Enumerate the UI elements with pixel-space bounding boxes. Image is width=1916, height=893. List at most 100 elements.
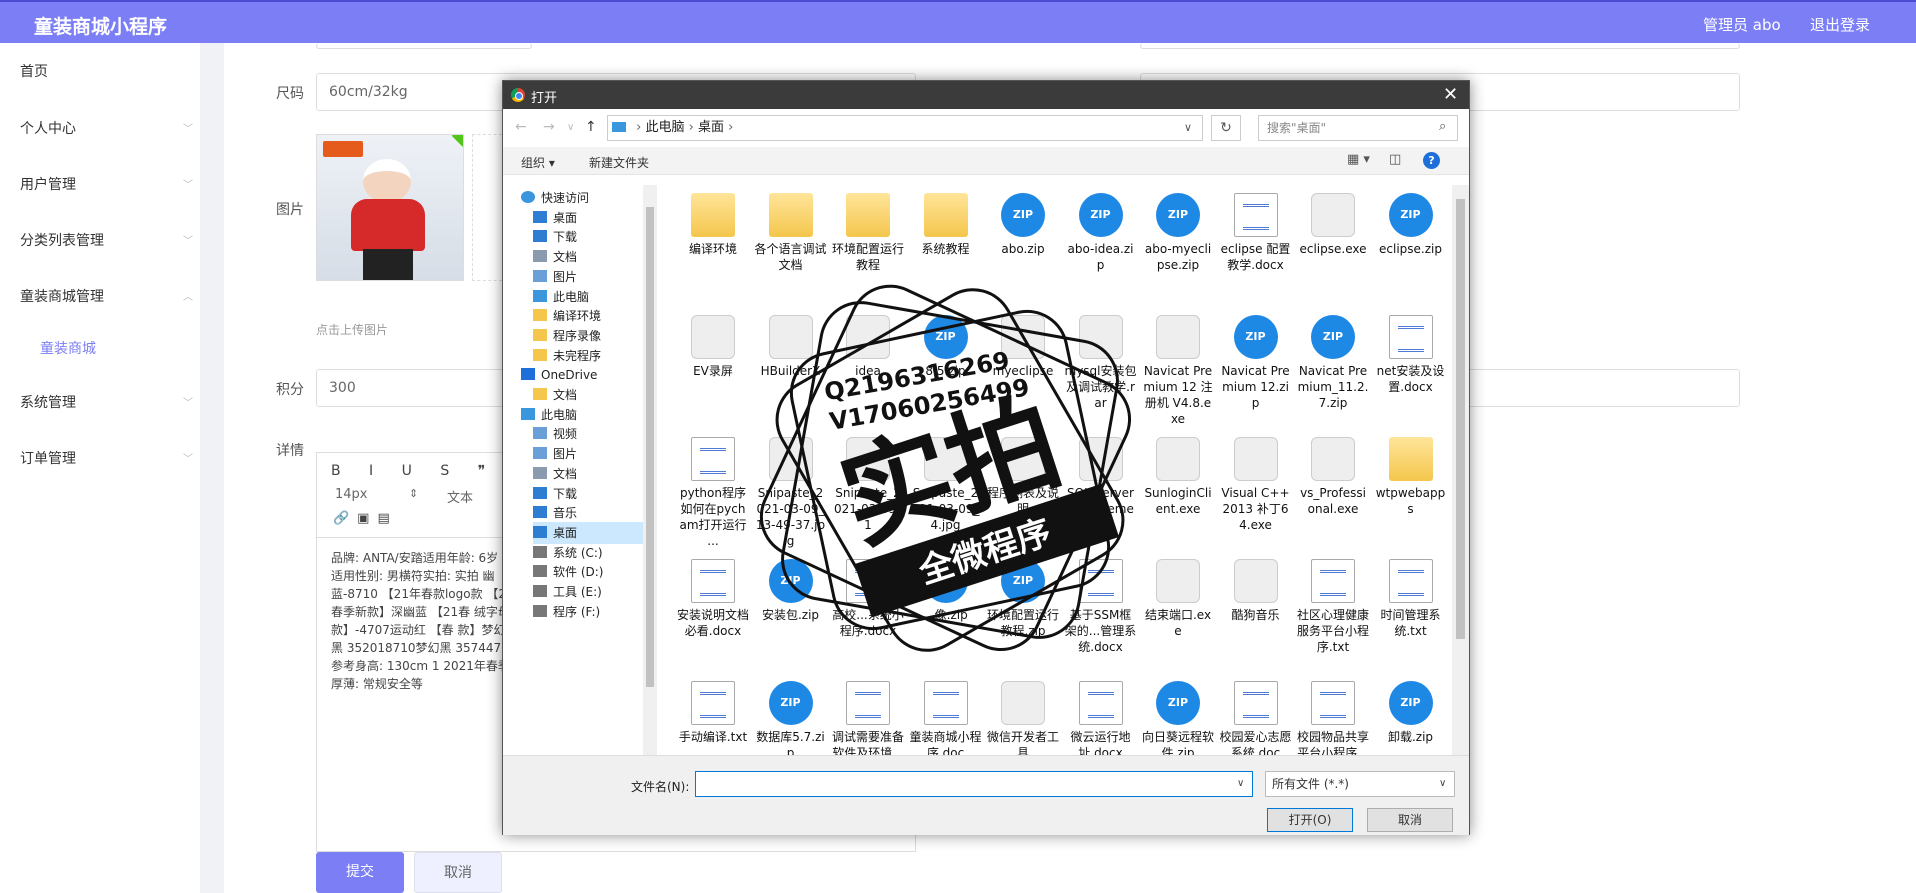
file-item[interactable]: 程序测表及说明 xyxy=(987,437,1059,517)
file-type-select[interactable]: 所有文件 (*.*) xyxy=(1265,771,1455,797)
file-item[interactable]: 各个语言调试文档 xyxy=(755,193,827,273)
tree-item[interactable]: 图片 xyxy=(533,443,577,465)
forward-arrow-icon[interactable]: → xyxy=(543,119,555,135)
file-item[interactable]: 酷狗音乐 xyxy=(1220,559,1292,623)
file-item[interactable]: SQL Server Management xyxy=(1065,437,1137,533)
recent-chevron-icon[interactable]: ∨ xyxy=(567,122,574,133)
insert-buttons[interactable]: 🔗▣▤ xyxy=(333,511,398,526)
file-item[interactable]: 微云运行地址.docx xyxy=(1065,681,1137,755)
address-bar[interactable]: › 此电脑 › 桌面 › ∨ xyxy=(607,115,1203,141)
file-item[interactable]: 手动编译.txt xyxy=(677,681,749,745)
file-item[interactable]: ZIP 数据库5.7.zip xyxy=(755,681,827,755)
tree-item[interactable]: 文档 xyxy=(533,246,577,268)
file-item[interactable]: ZIP 向日葵远程软件.zip xyxy=(1142,681,1214,755)
search-input[interactable]: 搜索"桌面" xyxy=(1258,115,1458,141)
file-item[interactable]: ZIP Navicat Premium 12.zip xyxy=(1220,315,1292,411)
tree-item[interactable]: 视频 xyxy=(533,423,577,445)
breadcrumb-pc[interactable]: 此电脑 xyxy=(645,120,684,135)
dialog-cancel-button[interactable]: 取消 xyxy=(1367,808,1453,832)
tree-item[interactable]: 此电脑 xyxy=(533,286,589,308)
up-arrow-icon[interactable]: ↑ xyxy=(585,119,597,135)
tree-item[interactable]: 图片 xyxy=(533,266,577,288)
file-item[interactable]: ZIP abo-myeclipse.zip xyxy=(1142,193,1214,273)
file-item[interactable]: ZIP 安装包.zip xyxy=(755,559,827,623)
tree-item[interactable]: 文档 xyxy=(533,384,577,406)
upload-hint[interactable]: 点击上传图片 xyxy=(316,321,388,338)
breadcrumb-desktop[interactable]: 桌面 xyxy=(698,120,724,135)
file-item[interactable]: vs_Professional.exe xyxy=(1297,437,1369,517)
organize-menu[interactable]: 组织 ▾ xyxy=(521,154,555,171)
file-item[interactable]: ZIP Navicat Premium_11.2.7.zip xyxy=(1297,315,1369,411)
tree-item[interactable]: 文档 xyxy=(533,463,577,485)
files-scrollbar[interactable] xyxy=(1452,185,1469,755)
file-item[interactable]: wtpwebapps xyxy=(1375,437,1447,517)
tree-item[interactable]: 快速访问 xyxy=(521,187,589,209)
tree-scroll-thumb[interactable] xyxy=(646,207,654,687)
file-item[interactable]: python程序如何在pycham打开运行 ... xyxy=(677,437,749,549)
tree-item[interactable]: 桌面 xyxy=(533,207,577,229)
file-item[interactable]: 编译环境 xyxy=(677,193,749,257)
refresh-icon[interactable]: ↻ xyxy=(1211,115,1241,141)
files-scroll-thumb[interactable] xyxy=(1456,199,1465,639)
file-item[interactable]: eclipse.exe xyxy=(1297,193,1369,257)
file-item[interactable]: SunloginClient.exe xyxy=(1142,437,1214,517)
tree-item[interactable]: 桌面 xyxy=(533,521,643,544)
tree-item[interactable]: 工具 (E:) xyxy=(533,581,602,603)
font-size-select[interactable]: 14px xyxy=(335,487,368,502)
sidebar-item-shop[interactable]: 童装商城 xyxy=(40,338,96,358)
file-item[interactable]: 校园物品共享平台小程序... xyxy=(1297,681,1369,755)
file-item[interactable]: ZIP ...像.zip xyxy=(910,559,982,623)
upload-box[interactable] xyxy=(472,134,502,281)
file-item[interactable]: 校园爱心志愿系统.doc xyxy=(1220,681,1292,755)
tree-item[interactable]: 软件 (D:) xyxy=(533,561,603,583)
tree-item[interactable]: 音乐 xyxy=(533,502,577,524)
back-arrow-icon[interactable]: ← xyxy=(515,119,527,135)
file-item[interactable]: 时间管理系统.txt xyxy=(1375,559,1447,639)
filename-input[interactable] xyxy=(695,771,1253,797)
sidebar-item-orders[interactable]: 订单管理 xyxy=(20,448,76,468)
open-button[interactable]: 打开(O) xyxy=(1267,808,1353,832)
tree-item[interactable]: 系统 (C:) xyxy=(533,542,603,564)
logout-link[interactable]: 退出登录 xyxy=(1810,14,1870,35)
file-item[interactable]: 基于SSM框架的...管理系统.docx xyxy=(1065,559,1137,655)
tree-item[interactable]: 程序录像 xyxy=(533,325,601,347)
sidebar-item-shop-management[interactable]: 童装商城管理 xyxy=(20,286,104,306)
file-item[interactable]: ZIP 卸载.zip xyxy=(1375,681,1447,745)
file-item[interactable]: HBuilderX xyxy=(755,315,827,379)
file-item[interactable]: 微信开发者工具 xyxy=(987,681,1059,755)
tree-scrollbar[interactable] xyxy=(643,185,657,755)
file-item[interactable]: Snipaste_2021-03-09_13-49-37.jpg xyxy=(755,437,827,549)
help-icon[interactable]: ? xyxy=(1423,152,1440,169)
sidebar-item-home[interactable]: 首页 xyxy=(20,61,48,81)
file-item[interactable]: mysql安装包及调试教学.rar xyxy=(1065,315,1137,411)
file-item[interactable]: idea xyxy=(832,315,904,379)
product-image[interactable] xyxy=(316,134,464,281)
file-item[interactable]: 结束端口.exe xyxy=(1142,559,1214,639)
file-item[interactable]: 高校...系统小程序.docx xyxy=(832,559,904,639)
file-item[interactable]: ZIP abo-idea.zip xyxy=(1065,193,1137,273)
file-item[interactable]: EV录屏 xyxy=(677,315,749,379)
file-item[interactable]: eclipse 配置教学.docx xyxy=(1220,193,1292,273)
address-dropdown-icon[interactable]: ∨ xyxy=(1184,116,1192,140)
sidebar-item-users[interactable]: 用户管理 xyxy=(20,174,76,194)
tree-item[interactable]: 未完程序 xyxy=(533,345,601,367)
sidebar-item-categories[interactable]: 分类列表管理 xyxy=(20,230,104,250)
file-item[interactable]: Visual C++2013 补丁64.exe xyxy=(1220,437,1292,533)
tree-item[interactable]: 编译环境 xyxy=(533,305,601,327)
close-icon[interactable]: ✕ xyxy=(1443,84,1458,105)
preview-pane-icon[interactable]: ◫ xyxy=(1389,152,1401,167)
file-item[interactable]: ZIP 8.5.zip xyxy=(910,315,982,379)
file-item[interactable]: ZIP eclipse.zip xyxy=(1375,193,1447,257)
sidebar-item-system[interactable]: 系统管理 xyxy=(20,392,76,412)
file-item[interactable]: 童装商城小程序.doc xyxy=(910,681,982,755)
file-item[interactable]: 系统教程 xyxy=(910,193,982,257)
file-item[interactable]: Snipaste_2021-03-09_4.jpg xyxy=(910,437,982,533)
file-item[interactable]: 环境配置运行教程 xyxy=(832,193,904,273)
tree-item[interactable]: 下载 xyxy=(533,226,577,248)
cancel-button[interactable]: 取消 xyxy=(414,852,502,893)
filter-dropdown-icon[interactable]: ∨ xyxy=(1439,778,1446,789)
file-item[interactable]: 安装说明文档必看.docx xyxy=(677,559,749,639)
file-item[interactable]: Navicat Premium 12 注册机 V4.8.exe xyxy=(1142,315,1214,427)
file-item[interactable]: 调试需要准备软件及环境... xyxy=(832,681,904,755)
sidebar-item-profile[interactable]: 个人中心 xyxy=(20,118,76,138)
